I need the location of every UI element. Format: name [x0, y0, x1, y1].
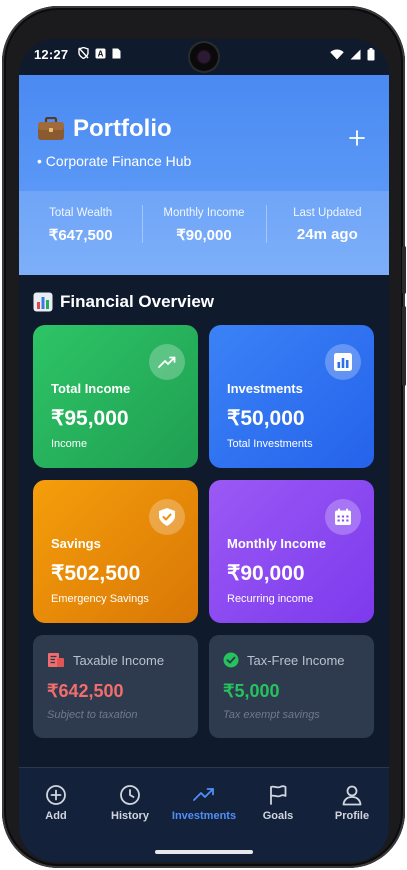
screen: 12:27 A Portfolio • Corporate Finance Hu… — [19, 39, 389, 862]
nav-label: Add — [45, 810, 67, 822]
card-subtitle: Emergency Savings — [51, 593, 149, 605]
stat-value: ₹647,500 — [48, 227, 113, 244]
nav-item-goals[interactable]: Goals — [241, 784, 315, 822]
sim-card-icon — [112, 48, 121, 58]
status-notification-icons: A — [78, 47, 121, 59]
svg-text:A: A — [98, 49, 104, 58]
nav-label: History — [111, 810, 149, 822]
card-title: Investments — [227, 381, 303, 396]
card-value: ₹90,000 — [227, 562, 305, 585]
card-subtitle: Total Investments — [227, 438, 313, 450]
nav-item-investments[interactable]: Investments — [167, 784, 241, 822]
signal-icon — [350, 49, 361, 60]
card-header: Tax-Free Income — [223, 652, 345, 668]
flag-icon — [270, 785, 287, 805]
section-title-text: Financial Overview — [60, 292, 215, 311]
stat-total-wealth: Total Wealth ₹647,500 — [19, 191, 142, 275]
card-note: Subject to taxation — [47, 709, 138, 721]
card-tax-free-income[interactable]: Tax-Free Income ₹5,000 Tax exempt saving… — [209, 635, 374, 738]
user-icon — [342, 785, 362, 806]
plus-circle-icon — [46, 785, 66, 805]
home-indicator[interactable] — [155, 850, 253, 854]
card-subtitle: Recurring income — [227, 593, 314, 605]
stat-label: Monthly Income — [163, 207, 245, 219]
status-system-icons — [330, 48, 375, 61]
shield-check-icon — [149, 499, 185, 535]
nav-label: Profile — [334, 810, 370, 822]
nav-item-add[interactable]: Add — [19, 784, 93, 822]
card-title: Savings — [51, 536, 101, 551]
briefcase-icon — [38, 117, 64, 140]
card-title: Monthly Income — [227, 536, 326, 551]
stats-bar: Total Wealth ₹647,500 Monthly Income ₹90… — [19, 191, 389, 275]
section-title: Financial Overview — [33, 292, 214, 312]
shield-off-icon — [78, 47, 89, 59]
trending-up-icon — [149, 344, 185, 380]
bar-chart-emoji-icon — [33, 292, 53, 312]
font-a-icon: A — [95, 48, 106, 58]
page-subtitle: • Corporate Finance Hub — [37, 153, 192, 169]
card-title: Tax-Free Income — [247, 652, 345, 668]
battery-icon — [367, 48, 375, 61]
wifi-icon — [330, 49, 344, 60]
card-taxable-income[interactable]: Taxable Income ₹642,500 Subject to taxat… — [33, 635, 198, 738]
clock-icon — [120, 785, 140, 805]
card-title: Total Income — [51, 381, 131, 396]
card-title: Taxable Income — [73, 652, 165, 668]
nav-label: Goals — [262, 810, 294, 822]
stat-value: ₹90,000 — [176, 227, 232, 244]
stat-label: Last Updated — [293, 207, 362, 219]
card-investments[interactable]: Investments ₹50,000 Total Investments — [209, 325, 374, 468]
plus-icon — [349, 130, 365, 146]
card-monthly-income[interactable]: Monthly Income ₹90,000 Recurring income — [209, 480, 374, 623]
page-title: Portfolio — [37, 115, 172, 143]
check-circle-icon — [223, 652, 239, 668]
stat-value: 24m ago — [296, 226, 358, 243]
calendar-icon — [325, 499, 361, 535]
status-time: 12:27 — [34, 47, 69, 62]
status-bar: 12:27 A — [19, 39, 389, 75]
portfolio-header: Portfolio • Corporate Finance Hub Total … — [19, 75, 389, 275]
stat-last-updated: Last Updated 24m ago — [265, 191, 389, 275]
side-button — [402, 246, 406, 294]
front-camera — [190, 43, 218, 71]
stat-monthly-income: Monthly Income ₹90,000 — [142, 191, 265, 275]
add-button[interactable] — [347, 127, 367, 147]
stat-label: Total Wealth — [49, 207, 113, 219]
receipt-icon — [48, 653, 64, 667]
trending-up-icon — [193, 788, 214, 801]
card-value: ₹95,000 — [51, 407, 129, 430]
page-title-text: Portfolio — [73, 115, 172, 142]
card-subtitle: Income — [51, 438, 88, 450]
nav-item-history[interactable]: History — [93, 784, 167, 822]
phone-frame: 12:27 A Portfolio • Corporate Finance Hu… — [2, 6, 406, 868]
card-note: Tax exempt savings — [223, 709, 320, 721]
card-value: ₹642,500 — [47, 681, 124, 701]
bottom-nav: Add History Investments Goals Profile — [19, 767, 389, 862]
card-total-income[interactable]: Total Income ₹95,000 Income — [33, 325, 198, 468]
side-button — [402, 306, 406, 386]
card-value: ₹502,500 — [51, 562, 141, 585]
nav-item-profile[interactable]: Profile — [315, 784, 389, 822]
card-savings[interactable]: Savings ₹502,500 Emergency Savings — [33, 480, 198, 623]
card-value: ₹50,000 — [227, 407, 305, 430]
card-value: ₹5,000 — [223, 681, 280, 701]
bar-chart-icon — [325, 344, 361, 380]
nav-label: Investments — [171, 810, 237, 822]
card-header: Taxable Income — [47, 652, 164, 668]
